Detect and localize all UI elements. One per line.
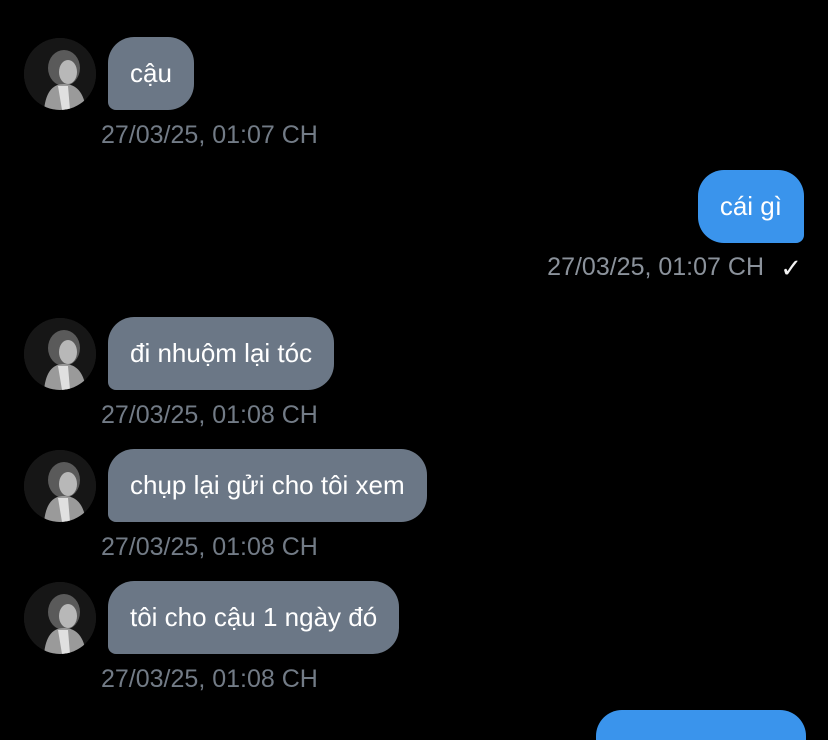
message-bubble-incoming[interactable]: cậu [108, 37, 194, 110]
avatar-image [24, 38, 96, 110]
message-bubble-incoming[interactable]: chụp lại gửi cho tôi xem [108, 449, 427, 522]
avatar-image [24, 318, 96, 390]
avatar-image [24, 582, 96, 654]
message-timestamp: 27/03/25, 01:08 CH [101, 401, 318, 429]
message-timestamp: 27/03/25, 01:08 CH [101, 533, 318, 561]
message-bubble-incoming[interactable]: đi nhuộm lại tóc [108, 317, 335, 390]
avatar-image [24, 450, 96, 522]
message-bubble-incoming[interactable]: tôi cho cậu 1 ngày đó [108, 581, 400, 654]
checkmark-icon: ✓ [780, 253, 802, 283]
message-timestamp: 27/03/25, 01:07 CH [547, 253, 764, 281]
message-bubble-outgoing[interactable]: cái gì [697, 170, 804, 243]
contact-avatar[interactable] [24, 38, 96, 110]
message-timestamp: 27/03/25, 01:07 CH [101, 121, 318, 149]
contact-avatar[interactable] [24, 450, 96, 522]
message-timestamp: 27/03/25, 01:08 CH [101, 665, 318, 693]
message-bubble-outgoing-partial[interactable] [596, 710, 806, 740]
chat-thread: cậu 27/03/25, 01:07 CH cái gì 27/03/25, … [0, 0, 828, 740]
contact-avatar[interactable] [24, 582, 96, 654]
contact-avatar[interactable] [24, 318, 96, 390]
